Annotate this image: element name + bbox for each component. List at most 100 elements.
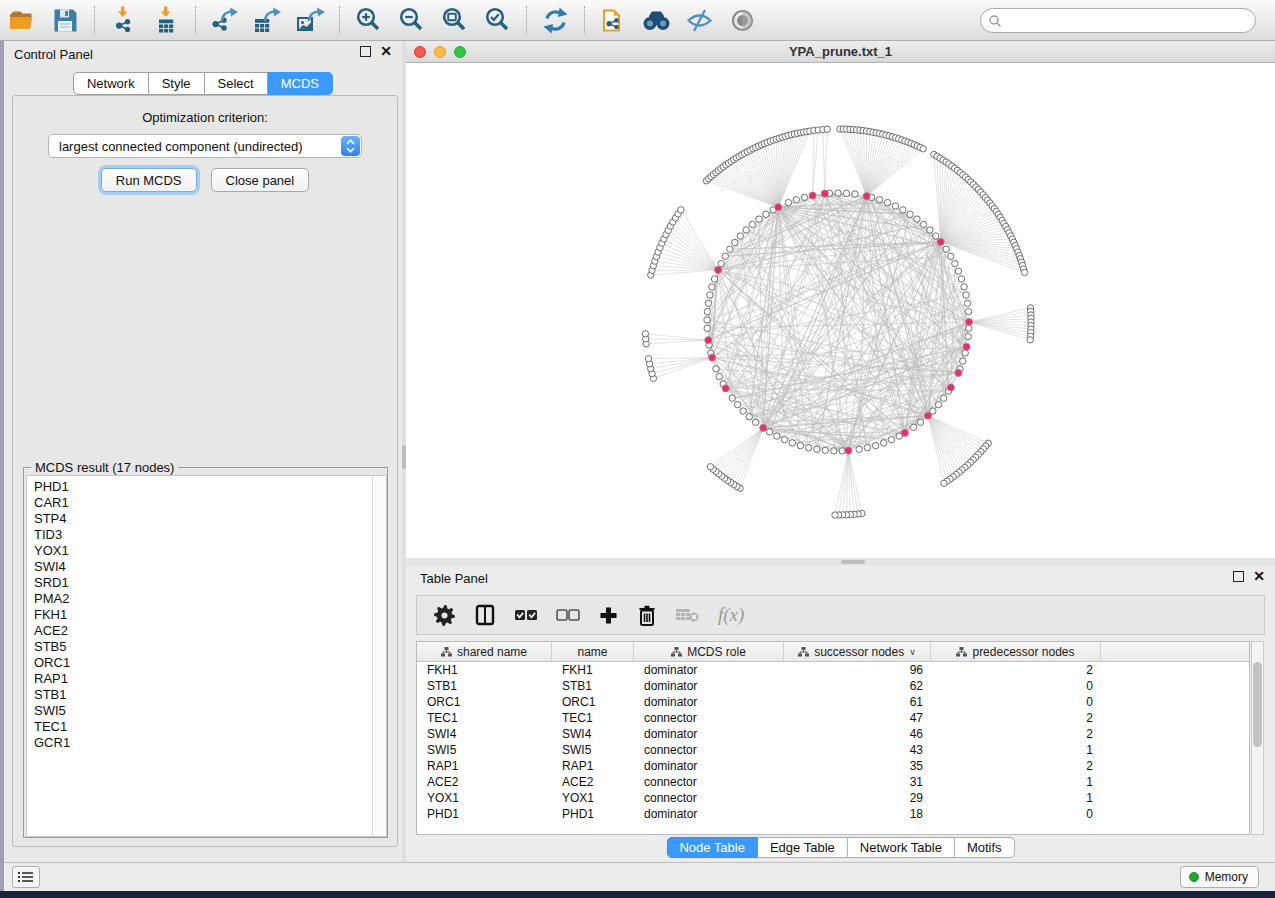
network-node[interactable] <box>704 325 710 331</box>
table-row[interactable]: ACE2ACE2connector311 <box>417 774 1249 790</box>
table-scrollbar[interactable] <box>1251 641 1264 835</box>
mcds-result-item[interactable]: ACE2 <box>27 623 386 639</box>
cell[interactable]: SWI5 <box>552 743 634 757</box>
network-node[interactable] <box>856 446 862 452</box>
mcds-hub-node[interactable] <box>901 429 908 436</box>
network-node[interactable] <box>743 227 749 233</box>
first-neighbors-icon[interactable] <box>635 2 678 38</box>
table-row[interactable]: YOX1YOX1connector291 <box>417 790 1249 806</box>
open-folder-icon[interactable] <box>1 2 44 38</box>
network-node[interactable] <box>774 433 780 439</box>
cell[interactable]: STB1 <box>417 679 552 693</box>
table-row[interactable]: SWI4SWI4dominator462 <box>417 726 1249 742</box>
cell[interactable]: SWI4 <box>417 727 552 741</box>
network-node[interactable] <box>943 246 949 252</box>
leaf-node[interactable] <box>824 126 830 132</box>
table-row[interactable]: TEC1TEC1connector472 <box>417 710 1249 726</box>
cell[interactable]: dominator <box>634 679 784 693</box>
tab-network[interactable]: Network <box>73 72 149 95</box>
network-node[interactable] <box>822 447 828 453</box>
close-table-panel-icon[interactable]: ✕ <box>1253 571 1265 582</box>
network-node[interactable] <box>907 211 913 217</box>
cell[interactable]: 2 <box>931 759 1101 773</box>
column-header-shared-name[interactable]: shared name <box>417 642 552 661</box>
memory-button[interactable]: Memory <box>1180 866 1259 888</box>
minimize-window-icon[interactable] <box>434 46 446 58</box>
mcds-hub-node[interactable] <box>955 369 962 376</box>
cell[interactable]: connector <box>634 791 784 805</box>
hide-graphics-details-icon[interactable] <box>678 2 721 38</box>
mcds-result-item[interactable]: RAP1 <box>27 671 386 687</box>
table-row[interactable]: PHD1PHD1dominator180 <box>417 806 1249 822</box>
tab-mcds[interactable]: MCDS <box>268 72 333 95</box>
cell[interactable]: connector <box>634 775 784 789</box>
network-node[interactable] <box>766 429 772 435</box>
network-node[interactable] <box>716 373 722 379</box>
network-node[interactable] <box>960 358 966 364</box>
mcds-hub-node[interactable] <box>965 318 972 325</box>
cell[interactable]: 29 <box>784 791 931 805</box>
mcds-result-item[interactable]: STP4 <box>27 511 386 527</box>
run-mcds-button[interactable]: Run MCDS <box>101 168 197 192</box>
select-all-icon[interactable] <box>514 607 538 623</box>
table-scrollbar-thumb[interactable] <box>1253 662 1262 747</box>
cell[interactable]: 2 <box>931 727 1101 741</box>
mcds-result-item[interactable]: PHD1 <box>27 479 386 495</box>
cell[interactable]: 0 <box>931 679 1101 693</box>
cell[interactable]: RAP1 <box>552 759 634 773</box>
cell[interactable]: STB1 <box>552 679 634 693</box>
zoom-selected-icon[interactable] <box>476 2 519 38</box>
network-node[interactable] <box>801 194 807 200</box>
leaf-node[interactable] <box>1021 269 1027 275</box>
cell[interactable]: 46 <box>784 727 931 741</box>
close-panel-button[interactable]: Close panel <box>211 168 310 192</box>
network-node[interactable] <box>935 402 941 408</box>
cell[interactable]: ORC1 <box>552 695 634 709</box>
network-node[interactable] <box>963 292 969 298</box>
network-node[interactable] <box>705 300 711 306</box>
network-node[interactable] <box>727 246 733 252</box>
cell[interactable]: 35 <box>784 759 931 773</box>
show-graphics-details-icon[interactable] <box>721 2 764 38</box>
cell[interactable]: 1 <box>931 775 1101 789</box>
cell[interactable]: FKH1 <box>417 663 552 677</box>
close-panel-icon[interactable]: ✕ <box>380 46 392 57</box>
network-node[interactable] <box>864 445 870 451</box>
cell[interactable]: PHD1 <box>417 807 552 821</box>
network-node[interactable] <box>805 445 811 451</box>
network-node[interactable] <box>756 216 762 222</box>
zoom-fit-icon[interactable] <box>433 2 476 38</box>
cell[interactable]: connector <box>634 711 784 725</box>
cell[interactable]: ORC1 <box>417 695 552 709</box>
mcds-hub-node[interactable] <box>845 447 852 454</box>
network-node[interactable] <box>835 190 841 196</box>
cell[interactable]: 96 <box>784 663 931 677</box>
vertical-splitter-handle[interactable] <box>402 445 406 469</box>
leaf-node[interactable] <box>920 146 926 152</box>
cell[interactable]: dominator <box>634 759 784 773</box>
mcds-hub-node[interactable] <box>863 193 870 200</box>
table-row[interactable]: RAP1RAP1dominator352 <box>417 758 1249 774</box>
horizontal-splitter[interactable] <box>406 558 1275 566</box>
close-window-icon[interactable] <box>414 46 426 58</box>
network-node[interactable] <box>888 437 894 443</box>
network-node[interactable] <box>831 448 837 454</box>
network-node[interactable] <box>933 233 939 239</box>
import-table-icon[interactable] <box>145 2 188 38</box>
cell[interactable]: 47 <box>784 711 931 725</box>
export-table-icon[interactable] <box>246 2 289 38</box>
leaf-node[interactable] <box>645 356 651 362</box>
mcds-hub-node[interactable] <box>937 238 944 245</box>
leaf-node[interactable] <box>1027 337 1033 343</box>
apply-layout-icon[interactable] <box>534 2 577 38</box>
leaf-node[interactable] <box>642 331 648 337</box>
cell[interactable]: 31 <box>784 775 931 789</box>
cell[interactable]: PHD1 <box>552 807 634 821</box>
network-node[interactable] <box>877 197 883 203</box>
column-header-successor-nodes[interactable]: successor nodes∨ <box>784 642 931 661</box>
network-node[interactable] <box>734 402 740 408</box>
network-node[interactable] <box>941 395 947 401</box>
network-node[interactable] <box>961 284 967 290</box>
cell[interactable]: 2 <box>931 711 1101 725</box>
network-node[interactable] <box>785 199 791 205</box>
